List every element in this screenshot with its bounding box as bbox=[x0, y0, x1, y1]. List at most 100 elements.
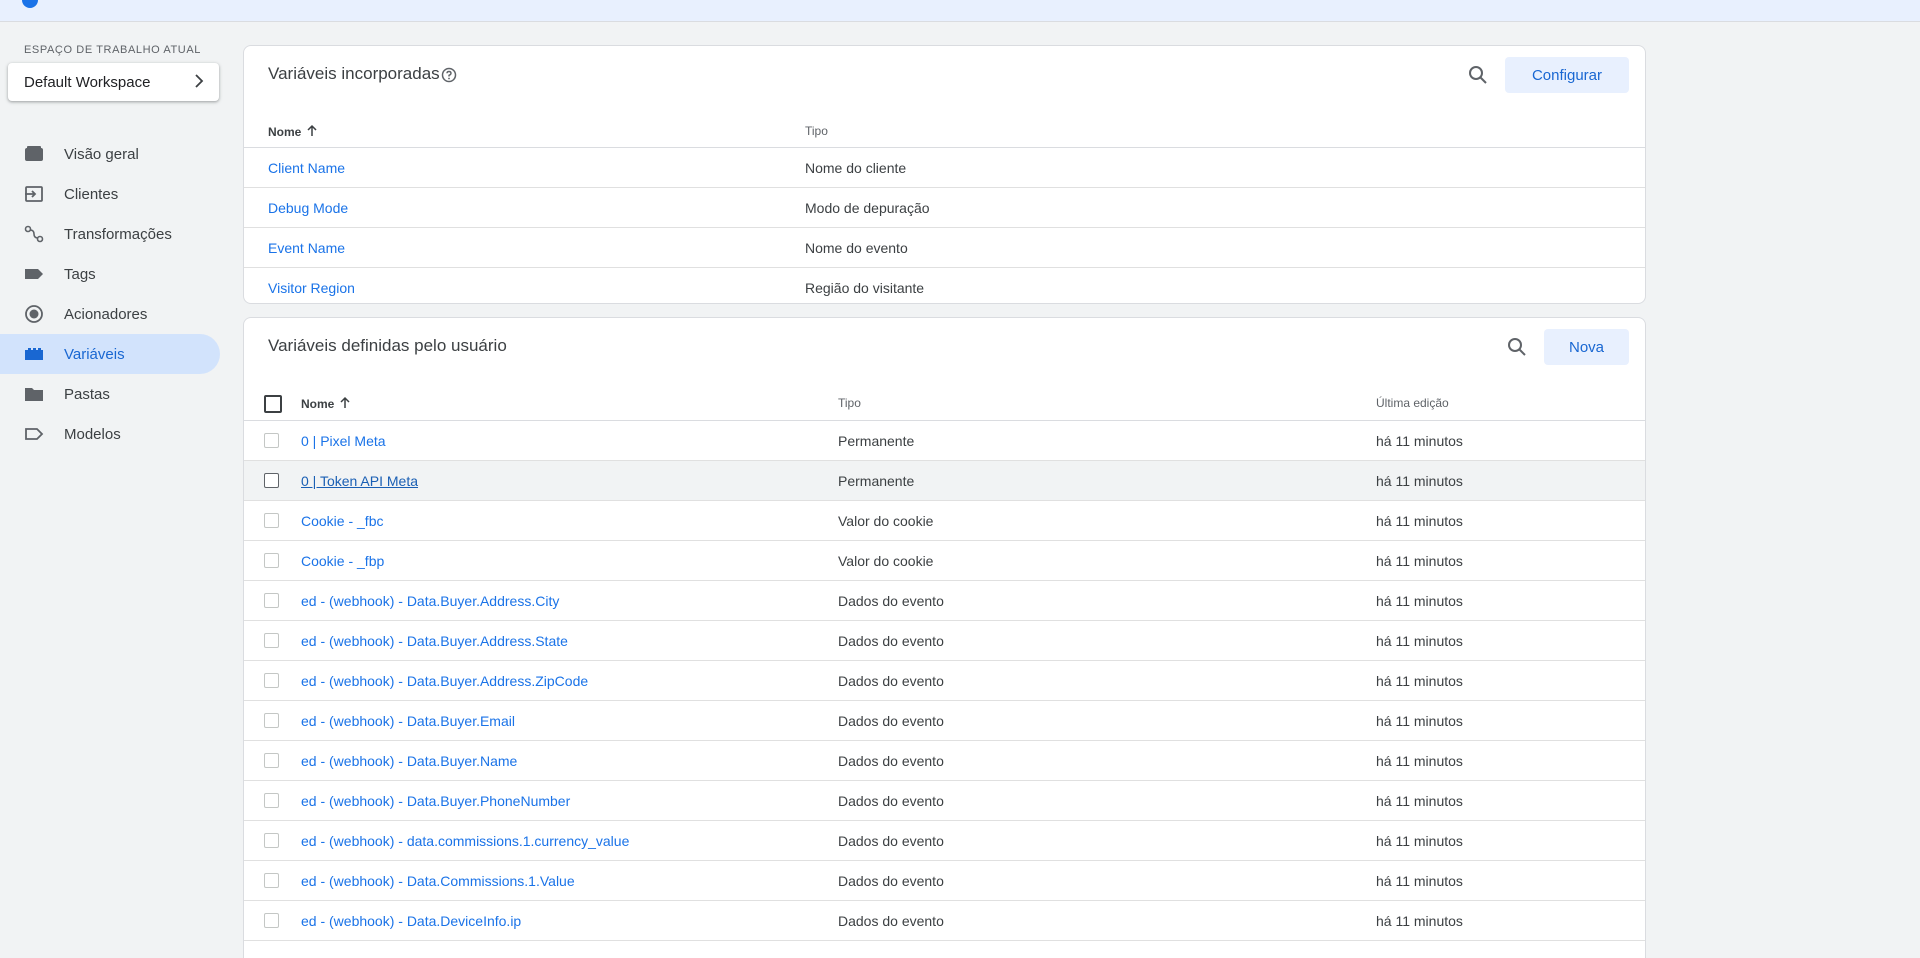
search-icon[interactable] bbox=[1505, 335, 1529, 359]
variable-name-link[interactable]: Client Name bbox=[268, 160, 345, 176]
last-edited: há 11 minutos bbox=[1376, 553, 1463, 569]
sidebar-item-templates[interactable]: Modelos bbox=[0, 414, 220, 454]
builtin-variables-title: Variáveis incorporadas bbox=[268, 64, 440, 83]
last-edited: há 11 minutos bbox=[1376, 753, 1463, 769]
last-edited: há 11 minutos bbox=[1376, 913, 1463, 929]
sidebar-item-label: Variáveis bbox=[64, 346, 125, 363]
sidebar-item-label: Visão geral bbox=[64, 146, 139, 163]
last-edited: há 11 minutos bbox=[1376, 433, 1463, 449]
variable-type: Nome do evento bbox=[805, 240, 908, 256]
last-edited: há 11 minutos bbox=[1376, 673, 1463, 689]
user-variables-card: Variáveis definidas pelo usuário Nova No… bbox=[243, 317, 1646, 958]
new-variable-button[interactable]: Nova bbox=[1544, 329, 1629, 365]
table-row: ed - (webhook) - data.commissions.1.curr… bbox=[244, 821, 1645, 861]
variable-type: Dados do evento bbox=[838, 593, 944, 609]
help-icon[interactable] bbox=[441, 67, 457, 83]
search-icon[interactable] bbox=[1466, 63, 1490, 87]
row-checkbox[interactable] bbox=[264, 753, 279, 768]
select-all-checkbox[interactable] bbox=[264, 395, 282, 413]
triggers-icon bbox=[25, 305, 43, 323]
table-row: ed - (webhook) - Data.Buyer.Email Dados d… bbox=[244, 701, 1645, 741]
variable-name-link[interactable]: ed - (webhook) - Data.Buyer.Address.City bbox=[301, 593, 559, 609]
column-header-type: Tipo bbox=[838, 396, 861, 410]
variable-name-link[interactable]: Cookie - _fbc bbox=[301, 513, 383, 529]
sidebar-item-transformations[interactable]: Transformações bbox=[0, 214, 220, 254]
variable-name-link[interactable]: ed - (webhook) - Data.Buyer.PhoneNumber bbox=[301, 793, 570, 809]
variable-name-link[interactable]: ed - (webhook) - Data.Buyer.Address.Stat… bbox=[301, 633, 568, 649]
variable-name-link[interactable]: ed - (webhook) - Data.Buyer.Email bbox=[301, 713, 515, 729]
table-row: Cookie - _fbp Valor do cookie há 11 minuto… bbox=[244, 541, 1645, 581]
variable-name-link[interactable]: ed - (webhook) - Data.Buyer.Address.ZipC… bbox=[301, 673, 588, 689]
table-row: Debug Mode Modo de depuração bbox=[244, 188, 1645, 228]
top-banner bbox=[0, 0, 1920, 22]
info-icon bbox=[22, 0, 38, 8]
row-checkbox[interactable] bbox=[264, 833, 279, 848]
table-row: 0 | Token API Meta Permanente há 11 minuto… bbox=[244, 461, 1645, 501]
variable-name-link[interactable]: Debug Mode bbox=[268, 200, 348, 216]
table-row: ed - (webhook) - Data.DeviceInfo.ip Dados… bbox=[244, 901, 1645, 941]
workspace-name: Default Workspace bbox=[24, 74, 151, 91]
sidebar-item-clients[interactable]: Clientes bbox=[0, 174, 220, 214]
variable-name-link[interactable]: ed - (webhook) - data.commissions.1.curr… bbox=[301, 833, 629, 849]
column-header-name[interactable]: Nome bbox=[301, 396, 352, 411]
last-edited: há 11 minutos bbox=[1376, 513, 1463, 529]
row-checkbox[interactable] bbox=[264, 433, 279, 448]
row-checkbox[interactable] bbox=[264, 553, 279, 568]
builtin-table-header: Nome Tipo bbox=[244, 113, 1645, 148]
variable-name-link[interactable]: ed - (webhook) - Data.Commissions.1.Valu… bbox=[301, 873, 575, 889]
folder-icon bbox=[25, 388, 43, 401]
row-checkbox[interactable] bbox=[264, 593, 279, 608]
row-checkbox[interactable] bbox=[264, 713, 279, 728]
table-row: ed - (webhook) - Data.Buyer.Name Dados do… bbox=[244, 741, 1645, 781]
row-checkbox[interactable] bbox=[264, 793, 279, 808]
table-row: ed - (webhook) - Data.Buyer.Address.ZipC… bbox=[244, 661, 1645, 701]
variable-type: Dados do evento bbox=[838, 673, 944, 689]
sidebar: ESPAÇO DE TRABALHO ATUAL Default Workspa… bbox=[0, 21, 230, 934]
arrow-up-icon bbox=[340, 396, 350, 408]
last-edited: há 11 minutos bbox=[1376, 593, 1463, 609]
sidebar-item-label: Tags bbox=[64, 266, 96, 283]
last-edited: há 11 minutos bbox=[1376, 833, 1463, 849]
row-checkbox[interactable] bbox=[264, 913, 279, 928]
column-header-name-label: Nome bbox=[268, 125, 302, 139]
builtin-variables-card: Variáveis incorporadas Configurar Nome T… bbox=[243, 45, 1646, 304]
variable-type: Modo de depuração bbox=[805, 200, 930, 216]
variable-type: Dados do evento bbox=[838, 713, 944, 729]
user-table-header: Nome Tipo Última edição bbox=[244, 385, 1645, 421]
sidebar-item-triggers[interactable]: Acionadores bbox=[0, 294, 220, 334]
table-row: ed - (webhook) - Data.Commissions.1.Valu… bbox=[244, 861, 1645, 901]
configure-button[interactable]: Configurar bbox=[1505, 57, 1629, 93]
workspace-label: ESPAÇO DE TRABALHO ATUAL bbox=[24, 44, 202, 56]
sidebar-item-label: Acionadores bbox=[64, 306, 148, 323]
sidebar-item-folders[interactable]: Pastas bbox=[0, 374, 220, 414]
table-row: Client Name Nome do cliente bbox=[244, 148, 1645, 188]
row-checkbox[interactable] bbox=[264, 513, 279, 528]
user-variables-title: Variáveis definidas pelo usuário bbox=[268, 336, 507, 355]
sidebar-item-tags[interactable]: Tags bbox=[0, 254, 220, 294]
variable-name-link[interactable]: Cookie - _fbp bbox=[301, 553, 384, 569]
column-header-name[interactable]: Nome bbox=[268, 124, 319, 139]
last-edited: há 11 minutos bbox=[1376, 713, 1463, 729]
last-edited: há 11 minutos bbox=[1376, 873, 1463, 889]
variable-name-link[interactable]: Visitor Region bbox=[268, 280, 355, 296]
row-checkbox[interactable] bbox=[264, 673, 279, 688]
workspace-selector[interactable]: Default Workspace bbox=[8, 63, 219, 101]
table-row: Cookie - _fbc Valor do cookie há 11 minuto… bbox=[244, 501, 1645, 541]
sidebar-nav: Visão geral Clientes Transformações Tags… bbox=[0, 134, 230, 454]
variable-name-link[interactable]: 0 | Token API Meta bbox=[301, 473, 418, 489]
row-checkbox[interactable] bbox=[264, 873, 279, 888]
row-checkbox[interactable] bbox=[264, 473, 279, 488]
variable-type: Permanente bbox=[838, 433, 915, 449]
sidebar-item-variables[interactable]: Variáveis bbox=[0, 334, 220, 374]
last-edited: há 11 minutos bbox=[1376, 793, 1463, 809]
row-checkbox[interactable] bbox=[264, 633, 279, 648]
variable-name-link[interactable]: ed - (webhook) - Data.Buyer.Name bbox=[301, 753, 517, 769]
variables-icon bbox=[25, 348, 43, 360]
variable-name-link[interactable]: ed - (webhook) - Data.DeviceInfo.ip bbox=[301, 913, 521, 929]
variable-type: Nome do cliente bbox=[805, 160, 907, 176]
table-row: ed - (webhook) - Data.Buyer.Address.City… bbox=[244, 581, 1645, 621]
variable-name-link[interactable]: Event Name bbox=[268, 240, 345, 256]
table-row: ed - (webhook) - Data.Buyer.PhoneNumber D… bbox=[244, 781, 1645, 821]
sidebar-item-overview[interactable]: Visão geral bbox=[0, 134, 220, 174]
variable-name-link[interactable]: 0 | Pixel Meta bbox=[301, 433, 386, 449]
